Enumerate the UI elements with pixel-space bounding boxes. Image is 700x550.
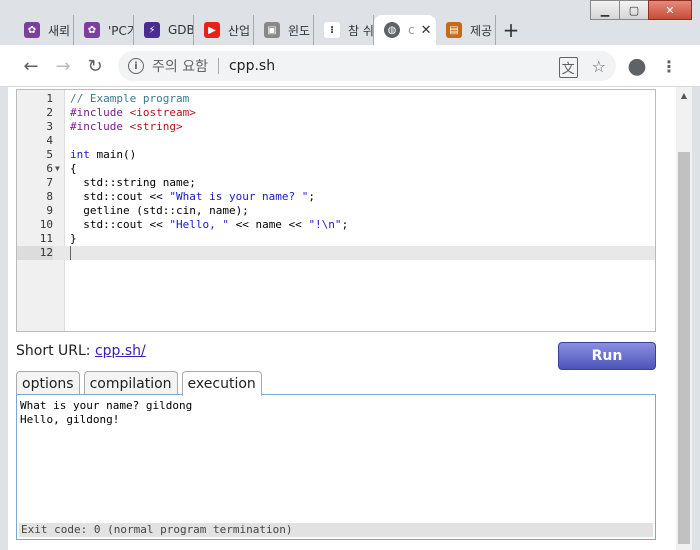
- flower-icon: ✿: [84, 22, 100, 38]
- tistory-icon: ⁝: [324, 22, 340, 38]
- tab-3[interactable]: ⚡ GDB: [134, 15, 194, 45]
- code-line: 5 int main(): [46, 148, 137, 161]
- code-line-current: 12: [17, 246, 655, 260]
- tab-active[interactable]: ◍ c ✕: [374, 15, 436, 45]
- code-line: 10 std::cout << "Hello, " << name << "!\…: [39, 218, 349, 231]
- tab-strip: ▁ ▢ ✕ ✿새뢰 ✿'PC가 ⚡GDB ▶산업 ▣윈도 ⁝참 쉬 ◍c✕ ▤제…: [0, 0, 700, 45]
- code-line: 3 #include <string>: [46, 120, 183, 133]
- info-icon[interactable]: i: [128, 58, 144, 74]
- code-line: 8 std::cout << "What is your name? ";: [46, 190, 316, 203]
- omnibox-actions: 文 ☆: [558, 57, 606, 78]
- page-scrollbar[interactable]: ▲: [676, 87, 692, 550]
- browser-toolbar: ← → ↻ i 주의 요함 cpp.sh 文 ☆ ● ⋮: [0, 45, 700, 87]
- address-bar[interactable]: i 주의 요함 cpp.sh 文 ☆: [118, 51, 616, 81]
- tab-2[interactable]: ✿'PC가: [74, 15, 134, 45]
- translate-icon[interactable]: 文: [558, 57, 578, 78]
- tab-compilation[interactable]: compilation: [83, 371, 178, 395]
- tab-5[interactable]: ▣ 윈도: [254, 15, 314, 45]
- output-text: What is your name? gildong Hello, gildon…: [20, 399, 193, 426]
- bolt-icon: ⚡: [144, 22, 160, 38]
- code-line: 11}: [39, 232, 77, 245]
- code-line: 7 std::string name;: [46, 176, 196, 189]
- tab-options[interactable]: options: [16, 371, 80, 395]
- page-content: 1// Example program 2 #include <iostream>…: [8, 87, 676, 550]
- code-editor[interactable]: 1// Example program 2 #include <iostream>…: [16, 89, 656, 332]
- code-line: 9 getline (std::cin, name);: [46, 204, 249, 217]
- forward-icon[interactable]: →: [50, 53, 76, 79]
- short-url: Short URL: cpp.sh/: [16, 343, 146, 359]
- tab-6[interactable]: ⁝ 참 쉬: [314, 15, 374, 45]
- security-warning: 주의 요함: [152, 59, 208, 75]
- fold-arrow-icon[interactable]: ▼: [55, 162, 60, 176]
- tab-4[interactable]: ▶ 산업: [194, 15, 254, 45]
- globe-icon: ◍: [384, 22, 400, 38]
- flower-icon: ✿: [24, 22, 40, 38]
- tab-execution[interactable]: execution: [181, 371, 262, 396]
- code-line: 1// Example program: [46, 92, 190, 105]
- close-window-button[interactable]: ✕: [648, 0, 692, 20]
- tab-8[interactable]: ▤ 제공: [436, 15, 496, 45]
- scrollbar-thumb[interactable]: [678, 152, 690, 544]
- menu-icon[interactable]: ⋮: [656, 53, 682, 79]
- computer-icon: ▣: [264, 22, 280, 38]
- new-tab-button[interactable]: +: [496, 15, 526, 45]
- window-controls: ▁ ▢ ✕: [590, 0, 692, 20]
- short-url-link[interactable]: cpp.sh/: [95, 343, 146, 359]
- star-icon[interactable]: ☆: [592, 57, 606, 78]
- maximize-button[interactable]: ▢: [619, 0, 649, 20]
- browser-tabs: ✿새뢰 ✿'PC가 ⚡GDB ▶산업 ▣윈도 ⁝참 쉬 ◍c✕ ▤제공 +: [14, 15, 526, 45]
- execution-output[interactable]: What is your name? gildong Hello, gildon…: [16, 394, 656, 540]
- code-line: 4: [46, 134, 53, 147]
- url-text: cpp.sh: [228, 58, 276, 74]
- close-tab-icon[interactable]: ✕: [421, 23, 432, 38]
- back-icon[interactable]: ←: [18, 53, 44, 79]
- divider: [217, 58, 219, 74]
- minimize-button[interactable]: ▁: [590, 0, 620, 20]
- panel-tabs: options compilation execution: [16, 371, 262, 396]
- scroll-up-icon[interactable]: ▲: [676, 87, 692, 103]
- reload-icon[interactable]: ↻: [82, 53, 108, 79]
- book-icon: ▤: [446, 22, 462, 38]
- youtube-icon: ▶: [204, 22, 220, 38]
- window-frame: [692, 87, 700, 550]
- exit-status: Exit code: 0 (normal program termination…: [19, 523, 653, 537]
- tab-1[interactable]: ✿ 새뢰: [14, 15, 74, 45]
- code-line: 2 #include <iostream>: [46, 106, 196, 119]
- profile-icon[interactable]: ●: [624, 53, 650, 79]
- run-button[interactable]: Run: [558, 342, 656, 370]
- code-line: 6 ▼{: [46, 162, 77, 176]
